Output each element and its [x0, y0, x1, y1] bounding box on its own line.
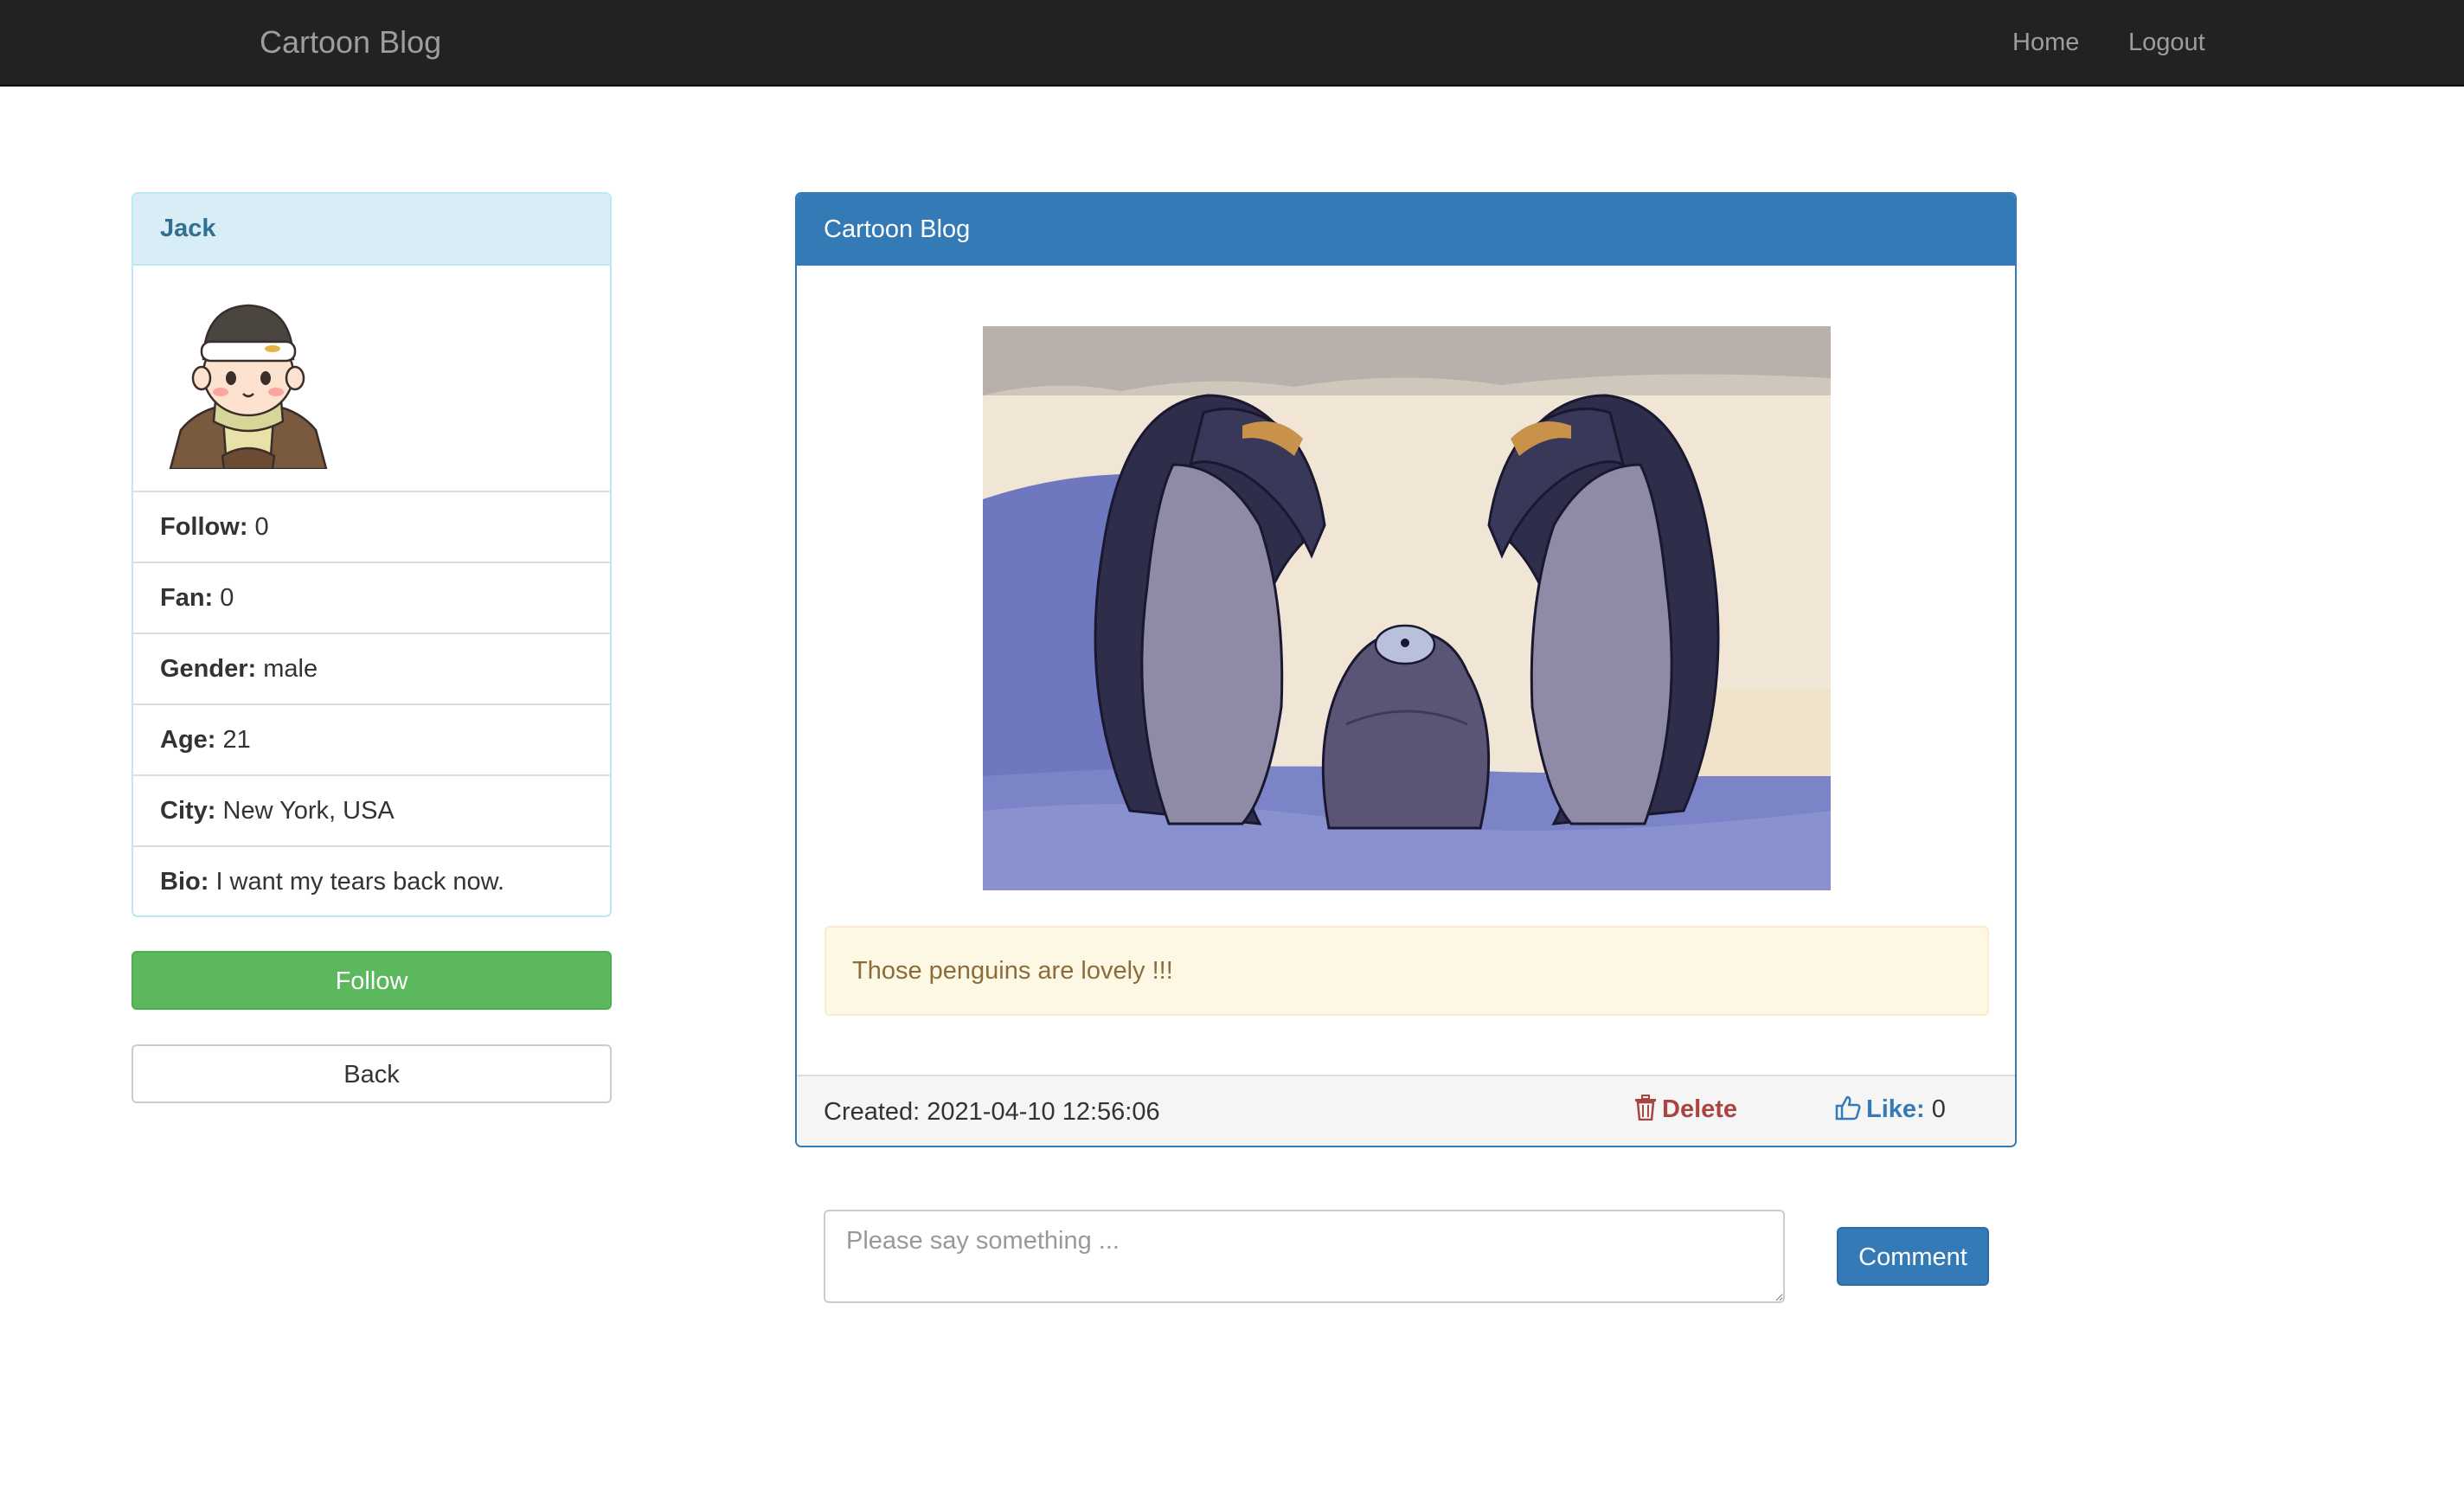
top-navbar: Cartoon Blog Home Logout [0, 0, 2464, 87]
profile-follow-row: Follow: 0 [133, 492, 610, 563]
bio-value: I want my tears back now. [215, 868, 505, 896]
thumbs-up-icon [1835, 1095, 1861, 1121]
created-value: 2021-04-10 12:56:06 [927, 1098, 1160, 1126]
avatar [169, 304, 328, 469]
profile-city-row: City: New York, USA [133, 776, 610, 847]
like-label: Like: [1866, 1095, 1925, 1123]
gender-label: Gender: [160, 655, 257, 683]
nav-link-logout[interactable]: Logout [2128, 29, 2205, 57]
like-button[interactable]: Like: 0 [1835, 1095, 1946, 1124]
like-count: 0 [1931, 1095, 1946, 1123]
blog-image [983, 326, 1831, 890]
follow-button[interactable]: Follow [132, 951, 612, 1010]
age-label: Age: [160, 726, 216, 754]
bio-label: Bio: [160, 868, 209, 896]
profile-gender-row: Gender: male [133, 634, 610, 705]
nav-link-home[interactable]: Home [2012, 29, 2079, 57]
profile-age-row: Age: 21 [133, 705, 610, 776]
trash-icon [1635, 1095, 1656, 1121]
delete-label: Delete [1662, 1095, 1738, 1123]
avatar-row [133, 266, 610, 492]
follow-value: 0 [254, 513, 269, 541]
blog-content: Those penguins are lovely !!! [825, 926, 1989, 1016]
created-timestamp: Created: 2021-04-10 12:56:06 [824, 1098, 1160, 1127]
city-value: New York, USA [222, 797, 395, 825]
fan-label: Fan: [160, 584, 214, 612]
gender-value: male [263, 655, 318, 683]
delete-button[interactable]: Delete [1634, 1095, 1737, 1124]
blog-title: Cartoon Blog [797, 194, 2015, 266]
fan-value: 0 [220, 584, 234, 612]
navbar-brand[interactable]: Cartoon Blog [260, 24, 441, 61]
follow-label: Follow: [160, 513, 248, 541]
age-value: 21 [222, 726, 251, 754]
blog-footer: Created: 2021-04-10 12:56:06 Delete Like… [797, 1075, 2015, 1146]
profile-bio-row: Bio: I want my tears back now. [133, 847, 610, 915]
profile-fan-row: Fan: 0 [133, 563, 610, 634]
city-label: City: [160, 797, 216, 825]
comment-button[interactable]: Comment [1837, 1227, 1989, 1286]
comment-input[interactable] [824, 1210, 1785, 1303]
profile-panel: Jack Follow: 0 Fan: 0 Gender: male Age: … [132, 192, 612, 917]
back-button[interactable]: Back [132, 1044, 612, 1103]
profile-name: Jack [133, 194, 610, 266]
created-label: Created: [824, 1098, 921, 1126]
blog-post-panel: Cartoon Blog Those penguins are lovely !… [795, 192, 2017, 1147]
